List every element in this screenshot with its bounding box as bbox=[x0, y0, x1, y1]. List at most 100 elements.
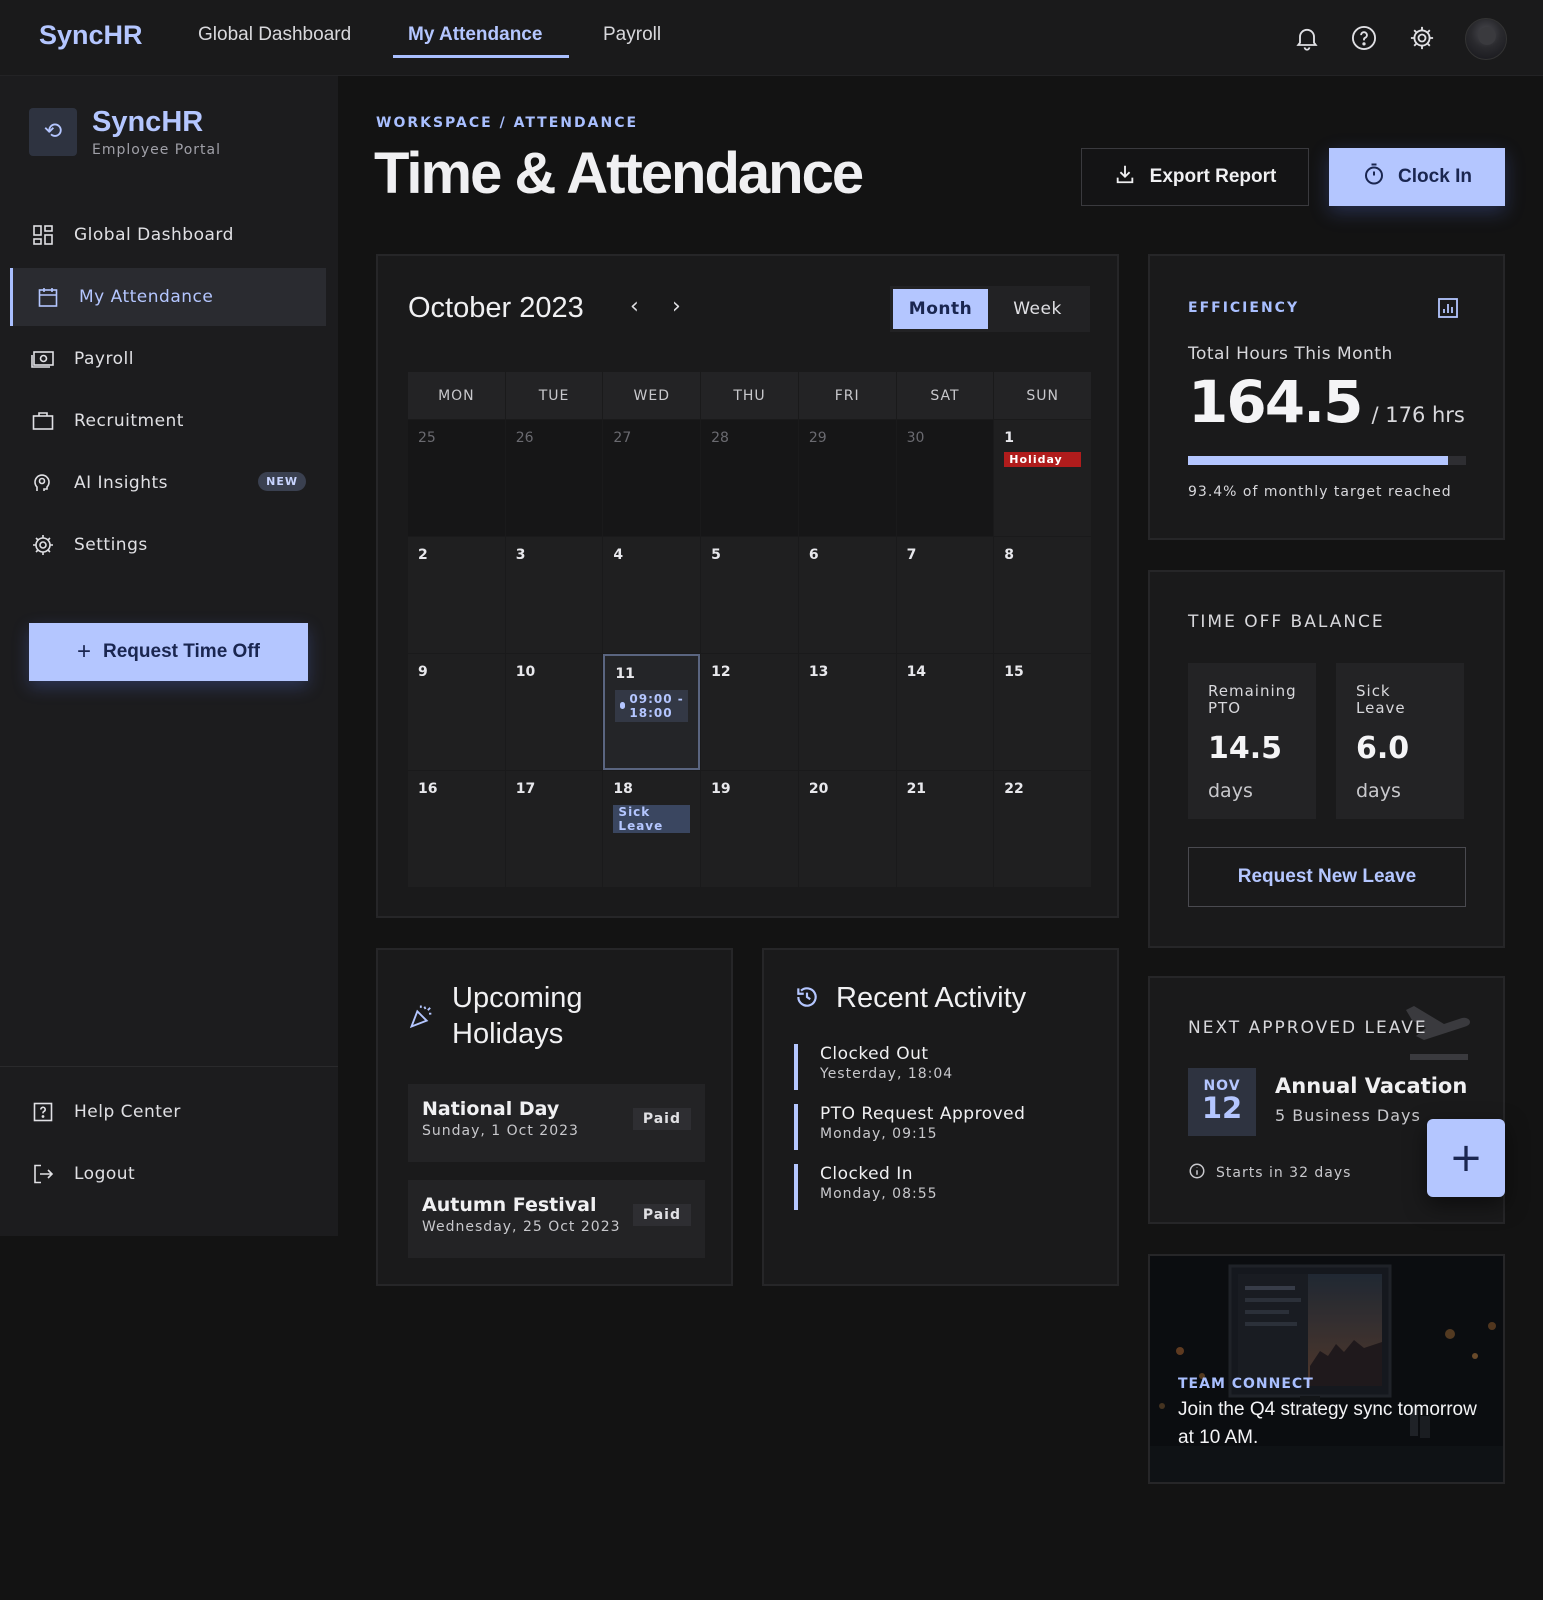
activity-item: PTO Request Approved Monday, 09:15 bbox=[794, 1104, 1025, 1150]
recent-activity-card: Recent Activity Clocked Out Yesterday, 1… bbox=[762, 948, 1119, 1286]
request-time-off-label: Request Time Off bbox=[103, 641, 260, 662]
calendar-day[interactable]: 13 bbox=[798, 654, 896, 770]
calendar-day-prev[interactable]: 28 bbox=[701, 420, 798, 536]
active-tab-indicator bbox=[393, 55, 569, 58]
calendar-day-prev[interactable]: 26 bbox=[505, 420, 603, 536]
time-off-label: TIME OFF BALANCE bbox=[1188, 612, 1385, 632]
sidebar-item-label: Help Center bbox=[74, 1102, 181, 1122]
sidebar: ⟲ SyncHR Employee Portal Global Dashboar… bbox=[0, 76, 338, 1236]
upcoming-holidays-card: Upcoming Holidays National Day Sunday, 1… bbox=[376, 948, 733, 1286]
calendar-day[interactable]: 18 Sick Leave bbox=[603, 771, 701, 887]
efficiency-note: 93.4% of monthly target reached bbox=[1188, 484, 1452, 500]
sidebar-item-my-attendance[interactable]: My Attendance bbox=[10, 268, 326, 326]
plus-icon: + bbox=[1449, 1135, 1483, 1181]
calendar-day-prev[interactable]: 25 bbox=[408, 420, 505, 536]
bell-icon[interactable] bbox=[1293, 24, 1321, 52]
paid-badge: Paid bbox=[632, 1108, 691, 1130]
calendar-day[interactable]: 16 bbox=[408, 771, 505, 887]
activity-item: Clocked In Monday, 08:55 bbox=[794, 1164, 938, 1210]
day-number: 10 bbox=[515, 664, 536, 680]
sidebar-item-payroll[interactable]: Payroll bbox=[10, 330, 326, 388]
calendar-day[interactable]: 14 bbox=[896, 654, 994, 770]
add-fab-button[interactable]: + bbox=[1427, 1119, 1505, 1197]
day-number: 2 bbox=[418, 547, 428, 563]
day-number: 17 bbox=[515, 781, 536, 797]
pto-unit: days bbox=[1208, 780, 1253, 802]
calendar-day[interactable]: 19 bbox=[701, 771, 798, 887]
sick-unit: days bbox=[1356, 780, 1401, 802]
day-number: 19 bbox=[711, 781, 731, 797]
chevron-right-icon[interactable]: › bbox=[672, 294, 681, 319]
pto-label: Remaining PTO bbox=[1208, 682, 1297, 717]
sidebar-item-logout[interactable]: Logout bbox=[10, 1145, 326, 1203]
help-icon[interactable] bbox=[1350, 24, 1378, 52]
topnav-my-attendance[interactable]: My Attendance bbox=[408, 24, 542, 46]
team-connect-card[interactable]: TEAM CONNECT Join the Q4 strategy sync t… bbox=[1148, 1254, 1505, 1484]
calendar-day[interactable]: 4 bbox=[603, 537, 701, 653]
calendar-day[interactable]: 7 bbox=[896, 537, 994, 653]
day-number: 30 bbox=[906, 430, 925, 446]
view-month-button[interactable]: Month bbox=[893, 289, 989, 329]
calendar-day[interactable]: 21 bbox=[896, 771, 994, 887]
sick-leave-tag: Sick Leave bbox=[613, 805, 691, 833]
chevron-left-icon[interactable]: ‹ bbox=[630, 294, 639, 319]
history-icon bbox=[794, 984, 820, 1014]
calendar-day[interactable]: 17 bbox=[505, 771, 603, 887]
sidebar-item-settings[interactable]: Settings bbox=[10, 516, 326, 574]
gear-icon[interactable] bbox=[1408, 24, 1436, 52]
calendar-day[interactable]: 22 bbox=[994, 771, 1091, 887]
day-number: 20 bbox=[808, 781, 829, 797]
calendar-day[interactable]: 3 bbox=[505, 537, 603, 653]
leave-starts: Starts in 32 days bbox=[1216, 1165, 1352, 1181]
calendar-day[interactable]: 1 Holiday bbox=[994, 420, 1091, 536]
brand-logo[interactable]: SyncHR bbox=[39, 20, 143, 51]
clock-in-button[interactable]: Clock In bbox=[1329, 148, 1505, 206]
chart-icon[interactable] bbox=[1436, 296, 1460, 324]
topnav-payroll[interactable]: Payroll bbox=[603, 24, 661, 46]
holiday-row[interactable]: National Day Sunday, 1 Oct 2023 Paid bbox=[408, 1084, 705, 1162]
clock-in-label: Clock In bbox=[1398, 166, 1472, 187]
activity-time: Monday, 08:55 bbox=[820, 1186, 938, 1202]
user-avatar[interactable] bbox=[1465, 18, 1507, 60]
sidebar-subtitle: Employee Portal bbox=[92, 142, 222, 158]
page-title: Time & Attendance bbox=[374, 141, 864, 206]
view-week-button[interactable]: Week bbox=[988, 289, 1087, 329]
calendar-day[interactable]: 5 bbox=[701, 537, 798, 653]
sidebar-item-global-dashboard[interactable]: Global Dashboard bbox=[10, 206, 326, 264]
calendar-day-today[interactable]: 11 09:00 - 18:00 bbox=[603, 654, 701, 770]
calendar-day[interactable]: 9 bbox=[408, 654, 505, 770]
sync-logo-icon: ⟲ bbox=[29, 108, 77, 156]
day-number: 3 bbox=[515, 547, 526, 563]
topnav-global-dashboard[interactable]: Global Dashboard bbox=[198, 24, 351, 46]
calendar-day[interactable]: 15 bbox=[994, 654, 1091, 770]
calendar-day[interactable]: 20 bbox=[798, 771, 896, 887]
sidebar-item-ai-insights[interactable]: AI Insights NEW bbox=[10, 454, 326, 512]
calendar-day-prev[interactable]: 27 bbox=[603, 420, 701, 536]
export-report-button[interactable]: Export Report bbox=[1081, 148, 1309, 206]
calendar-day-prev[interactable]: 30 bbox=[896, 420, 994, 536]
target-hours: / 176 hrs bbox=[1371, 403, 1465, 427]
gear-icon bbox=[30, 532, 56, 558]
calendar-day[interactable]: 12 bbox=[701, 654, 798, 770]
activity-name: Clocked In bbox=[820, 1164, 914, 1184]
weekday-header: WED bbox=[603, 372, 701, 419]
sick-value: 6.0 bbox=[1356, 731, 1410, 766]
day-number: 6 bbox=[808, 547, 819, 563]
day-number: 12 bbox=[711, 664, 731, 680]
efficiency-progress-fill bbox=[1188, 456, 1448, 465]
day-number: 7 bbox=[906, 547, 917, 563]
sidebar-item-help-center[interactable]: Help Center bbox=[10, 1083, 326, 1141]
sidebar-item-recruitment[interactable]: Recruitment bbox=[10, 392, 326, 450]
calendar-day[interactable]: 6 bbox=[798, 537, 896, 653]
request-new-leave-button[interactable]: Request New Leave bbox=[1188, 847, 1466, 907]
calendar-day-prev[interactable]: 29 bbox=[798, 420, 896, 536]
holiday-row[interactable]: Autumn Festival Wednesday, 25 Oct 2023 P… bbox=[408, 1180, 705, 1258]
sidebar-item-label: Payroll bbox=[74, 349, 134, 369]
day-number: 4 bbox=[613, 547, 624, 563]
pto-value: 14.5 bbox=[1208, 731, 1283, 766]
calendar-day[interactable]: 2 bbox=[408, 537, 505, 653]
calendar-day[interactable]: 8 bbox=[994, 537, 1091, 653]
calendar-day[interactable]: 10 bbox=[505, 654, 603, 770]
request-time-off-button[interactable]: + Request Time Off bbox=[29, 623, 308, 681]
new-badge: NEW bbox=[258, 472, 306, 491]
